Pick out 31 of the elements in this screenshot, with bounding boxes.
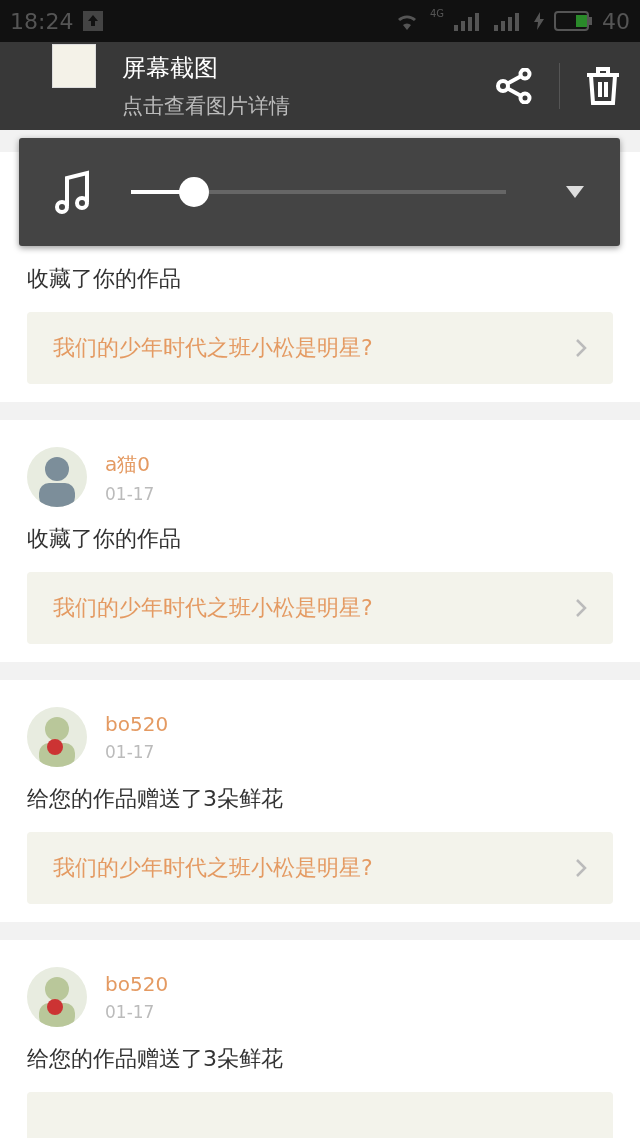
expand-icon[interactable]	[566, 185, 584, 199]
message-date: 01-17	[105, 483, 155, 504]
clock-time: 18:24	[10, 8, 74, 34]
slider-thumb[interactable]	[179, 177, 210, 207]
message-date: 01-17	[105, 742, 156, 762]
screenshot-thumbnail	[52, 44, 96, 88]
network-type: 4G	[429, 8, 444, 19]
notification-title: 屏幕截图	[122, 53, 219, 84]
upload-icon	[83, 11, 104, 31]
chevron-right-icon	[575, 338, 587, 358]
chevron-right-icon	[575, 598, 587, 618]
notification-banner[interactable]: 屏幕截图 点击查看图片详情	[0, 42, 640, 130]
message-text: 收藏了你的作品	[27, 265, 182, 293]
notification-subtitle: 点击查看图片详情	[122, 93, 291, 120]
charging-icon	[534, 12, 544, 30]
user-name[interactable]: bo520	[105, 972, 169, 996]
message-text: 给您的作品赠送了3朵鲜花	[27, 785, 284, 813]
music-note-icon	[55, 170, 91, 214]
message-text: 收藏了你的作品	[27, 525, 182, 553]
message-date: 01-17	[105, 1002, 156, 1022]
share-icon[interactable]	[495, 68, 533, 104]
battery-percent: 40	[602, 8, 630, 34]
chevron-right-icon	[575, 858, 587, 878]
user-name[interactable]: a猫0	[105, 450, 155, 478]
user-name[interactable]: bo520	[105, 712, 169, 736]
work-link[interactable]: 我们的少年时代之班小松是明星?	[27, 572, 613, 644]
work-link[interactable]: 我们的少年时代之班小松是明星?	[27, 312, 613, 384]
trash-icon[interactable]	[586, 67, 620, 105]
message-text: 给您的作品赠送了3朵鲜花	[27, 1045, 284, 1073]
work-link[interactable]: 我们的少年时代之班小松是明星?	[27, 832, 613, 904]
battery-icon	[554, 11, 592, 31]
